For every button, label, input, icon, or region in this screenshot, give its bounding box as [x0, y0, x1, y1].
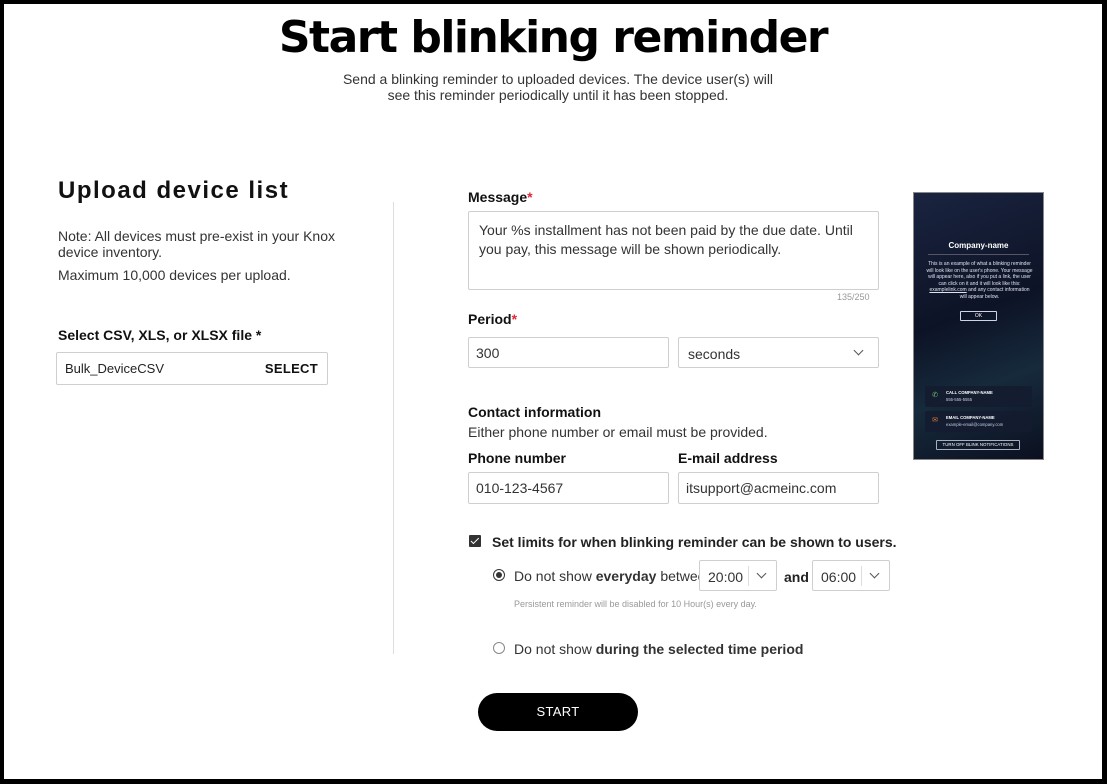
email-input[interactable]: [678, 472, 879, 504]
file-label: Select CSV, XLS, or XLSX file *: [58, 327, 262, 343]
preview-email-card: ✉ EMAIL COMPANY-NAME example-email@compa…: [925, 411, 1032, 432]
limits-label: Set limits for when blinking reminder ca…: [492, 534, 897, 550]
phone-label: Phone number: [468, 450, 567, 466]
start-button[interactable]: START: [478, 693, 638, 731]
contact-note: Either phone number or email must be pro…: [468, 424, 768, 440]
chevron-down-icon: [853, 345, 864, 356]
to-time-value: 06:00: [821, 569, 857, 585]
preview-email-value: example-email@company.com: [946, 422, 1004, 427]
page: Start blinking reminder Send a blinking …: [4, 4, 1102, 779]
message-label: Message*: [468, 189, 533, 205]
phone-input[interactable]: [468, 472, 669, 504]
preview-message: This is an example of what a blinking re…: [926, 261, 1033, 300]
limits-checkbox[interactable]: [469, 535, 481, 547]
from-time-value: 20:00: [708, 569, 744, 585]
select-file-button[interactable]: SELECT: [265, 361, 318, 376]
max-devices-note: Maximum 10,000 devices per upload.: [58, 267, 291, 283]
preview-divider: [928, 254, 1029, 255]
select-separator: [861, 566, 862, 586]
everyday-radio[interactable]: [493, 569, 505, 581]
and-label: and: [784, 569, 809, 585]
period-input[interactable]: [468, 337, 669, 368]
preview-ok-button: OK: [960, 311, 997, 321]
phone-preview: Company-name This is an example of what …: [913, 192, 1044, 460]
preview-call-value: 555-555-5555: [946, 397, 973, 402]
preview-email-title: EMAIL COMPANY-NAME: [946, 415, 995, 420]
contact-label: Contact information: [468, 404, 601, 420]
column-divider: [393, 202, 394, 654]
everyday-option-label: Do not show everyday between: [514, 568, 714, 584]
required-mark: *: [511, 311, 518, 327]
file-picker[interactable]: Bulk_DeviceCSV SELECT: [56, 352, 328, 385]
to-time-select[interactable]: 06:00: [812, 560, 890, 591]
from-time-select[interactable]: 20:00: [699, 560, 777, 591]
page-subtitle: Send a blinking reminder to uploaded dev…: [342, 71, 774, 103]
period-unit-select[interactable]: seconds: [678, 337, 879, 368]
period-unit-value: seconds: [688, 346, 741, 362]
select-separator: [748, 566, 749, 586]
preview-link: examplelink.com: [929, 287, 967, 293]
preview-company-name: Company-name: [948, 241, 1009, 250]
selected-period-option-label: Do not show during the selected time per…: [514, 641, 804, 657]
file-name: Bulk_DeviceCSV: [65, 361, 164, 376]
message-textarea[interactable]: Your %s installment has not been paid by…: [468, 211, 879, 290]
email-label: E-mail address: [678, 450, 778, 466]
inventory-note: Note: All devices must pre-exist in your…: [58, 228, 336, 260]
phone-icon: ✆: [932, 392, 938, 399]
preview-call-card: ✆ CALL COMPANY-NAME 555-555-5555: [925, 386, 1032, 407]
preview-call-title: CALL COMPANY-NAME: [946, 390, 993, 395]
selected-period-radio[interactable]: [493, 642, 505, 654]
period-label: Period*: [468, 311, 518, 327]
character-counter: 135/250: [837, 292, 870, 302]
preview-turn-off-button: TURN OFF BLINK NOTIFICATIONS: [936, 440, 1020, 450]
chevron-down-icon: [756, 568, 767, 579]
upload-heading: Upload device list: [58, 177, 290, 204]
limit-helper-text: Persistent reminder will be disabled for…: [514, 599, 757, 609]
required-mark: *: [527, 189, 533, 205]
chevron-down-icon: [869, 568, 880, 579]
mail-icon: ✉: [932, 417, 938, 424]
page-title: Start blinking reminder: [278, 12, 829, 63]
